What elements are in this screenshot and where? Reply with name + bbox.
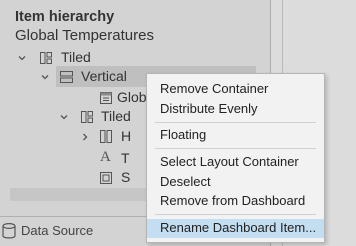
panel-title: Item hierarchy — [15, 9, 115, 25]
tree-item-label: S — [121, 169, 131, 185]
chevron-down-icon[interactable] — [17, 53, 27, 63]
data-source-tab[interactable]: Data Source — [21, 223, 93, 238]
text-object-icon: A — [100, 149, 111, 165]
context-menu: Remove Container Distribute Evenly Float… — [146, 73, 325, 243]
menu-item-rename-dashboard-item[interactable]: Rename Dashboard Item... — [147, 219, 324, 238]
chevron-right-icon[interactable] — [80, 132, 90, 142]
tree-item-label: Tiled — [61, 49, 91, 65]
sheet-icon — [100, 171, 112, 189]
horizontal-container-icon — [100, 130, 112, 148]
menu-separator — [155, 148, 316, 149]
tree-item-tiled-child[interactable]: Tiled — [56, 106, 150, 127]
dashboard-name: Global Temperatures — [15, 27, 154, 44]
menu-item-remove-from-dashboard[interactable]: Remove from Dashboard — [147, 192, 324, 211]
tree-item-label: Vertical — [81, 68, 127, 84]
menu-item-floating[interactable]: Floating — [147, 126, 324, 145]
menu-item-remove-container[interactable]: Remove Container — [147, 80, 324, 99]
tree-item-label: T — [121, 150, 130, 166]
chevron-down-icon[interactable] — [59, 112, 69, 122]
menu-separator — [155, 122, 316, 123]
menu-item-distribute-evenly[interactable]: Distribute Evenly — [147, 100, 324, 119]
menu-item-select-layout-container[interactable]: Select Layout Container — [147, 153, 324, 172]
tiled-layout-icon — [40, 51, 52, 69]
database-icon[interactable] — [2, 222, 16, 244]
chevron-down-icon[interactable] — [40, 72, 50, 82]
tree-item-sheet[interactable]: S — [98, 166, 148, 187]
vertical-container-icon — [60, 70, 73, 88]
tree-item-tiled-root[interactable]: Tiled — [0, 47, 270, 68]
tree-item-text[interactable]: A T — [98, 147, 148, 168]
menu-separator — [155, 214, 316, 215]
tree-item-horizontal[interactable]: H — [78, 126, 148, 147]
tree-item-label: H — [121, 128, 132, 144]
tree-item-label: Tiled — [101, 108, 131, 124]
menu-item-deselect[interactable]: Deselect — [147, 173, 324, 192]
tree-item-global-sheet[interactable]: Globa — [90, 86, 154, 107]
